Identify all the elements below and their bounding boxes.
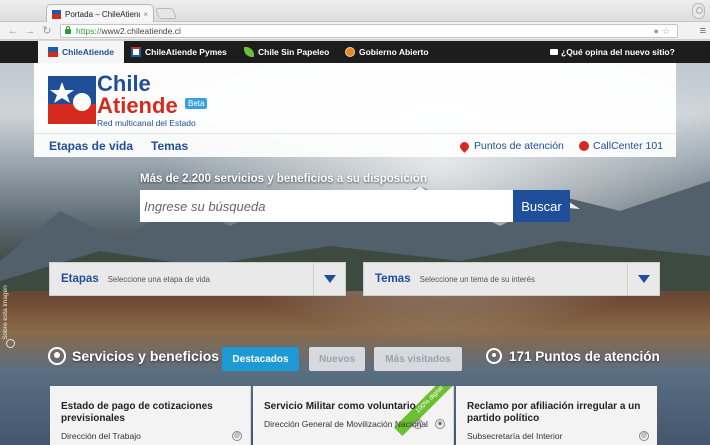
service-card[interactable]: Reclamo por afiliación irregular a un pa… [456,386,657,445]
globe-icon [345,47,355,57]
nav-callcenter[interactable]: CallCenter 101 [579,140,663,152]
new-tab-button[interactable] [154,8,178,19]
nav-puntos-de-atencion[interactable]: Puntos de atención [458,139,564,153]
online-service-icon: @ [413,419,423,429]
location-service-icon: ◉ [435,419,445,429]
beta-badge: Beta [185,98,208,109]
search-input[interactable] [140,190,513,222]
etapas-dropdown-arrow[interactable] [313,262,345,296]
browser-menu-icon[interactable]: ≡ [700,25,706,37]
browser-toolbar: ← → ↻ https://www2.chileatiende.cl ●☆ ≡ [0,22,710,40]
chileatiende-logo-icon[interactable] [48,76,96,124]
service-card-org: Subsecretaría del Interior [467,431,563,441]
service-card-org: Dirección General de Movilización Nacion… [264,419,428,429]
topnav-item-pymes[interactable]: ChileAtiende Pymes [131,41,227,63]
page-content: Sobre esta imagen ChileAtiende ChileAtie… [0,41,710,445]
favicon-icon [52,9,61,19]
temas-select-placeholder: Seleccione un tema de su interés [419,274,535,284]
image-credit-label: Sobre esta imagen [1,285,9,340]
leaf-icon [244,47,254,57]
browser-tab-title: Portada – ChileAtiende [65,9,141,19]
temas-dropdown-arrow[interactable] [627,262,659,296]
topnav-item-chileatiende[interactable]: ChileAtiende [38,41,124,63]
logo-line-atiende: Atiende [97,93,178,118]
etapas-select[interactable]: Etapas Seleccione una etapa de vida [49,262,346,296]
online-service-icon: @ [639,431,649,441]
etapas-select-placeholder: Seleccione una etapa de vida [107,274,211,284]
people-icon [48,347,66,365]
topnav-item-gobierno-abierto[interactable]: Gobierno Abierto [345,41,429,63]
browser-tab-strip: Portada – ChileAtiende × [0,0,710,23]
url-text: https://www2.chileatiende.cl [76,26,181,36]
online-service-icon: @ [232,431,242,441]
browser-tab[interactable]: Portada – ChileAtiende × [46,4,154,23]
nav-etapas-de-vida[interactable]: Etapas de vida [49,139,133,153]
tab-nuevos[interactable]: Nuevos [309,347,365,371]
site-header: Chile Atiende Beta Red multicanal del Es… [34,63,676,133]
tab-close-icon[interactable]: × [143,10,148,19]
forward-icon[interactable]: → [23,25,37,37]
temas-select-label: Temas [375,273,411,285]
service-card[interactable]: Estado de pago de cotizaciones prevision… [50,386,251,445]
image-credit[interactable]: Sobre esta imagen [2,281,16,351]
nav-temas[interactable]: Temas [151,139,188,153]
service-card[interactable]: 100% digital Servicio Militar como volun… [253,386,454,445]
secondary-nav: Etapas de vida Temas Puntos de atención … [34,133,676,157]
bookmark-star-icon[interactable]: ●☆ [653,26,673,37]
etapas-select-label: Etapas [61,273,99,285]
back-icon[interactable]: ← [6,25,20,37]
chileatiende-icon [48,47,58,57]
pymes-icon [131,47,141,57]
search-heading: Más de 2.200 servicios y beneficios a su… [140,173,427,185]
phone-icon [579,141,589,151]
lock-icon [65,25,71,34]
service-card-title: Reclamo por afiliación irregular a un pa… [467,401,641,424]
address-bar[interactable]: https://www2.chileatiende.cl ●☆ [60,24,678,38]
tab-destacados[interactable]: Destacados [222,347,299,371]
feedback-link[interactable]: ¿Qué opina del nuevo sitio? [550,41,675,63]
search-button[interactable]: Buscar [513,190,570,222]
service-card-org: Dirección del Trabajo [61,431,141,441]
topnav-item-sin-papeleo[interactable]: Chile Sin Papeleo [244,41,329,63]
service-card-title: Estado de pago de cotizaciones prevision… [61,401,213,424]
triangle-down-icon [637,275,650,283]
logo-subtitle: Red multicanal del Estado [97,118,196,128]
puntos-de-atencion-count[interactable]: 171 Puntos de atención [486,348,660,364]
location-icon [486,348,502,364]
reload-icon[interactable]: ↻ [40,24,54,37]
gov-top-nav: ChileAtiende ChileAtiende Pymes Chile Si… [0,41,710,63]
services-heading: Servicios y beneficios [48,347,219,365]
info-icon[interactable] [6,339,15,348]
logo-line-chile: Chile [97,71,151,96]
speech-bubble-icon [550,49,558,55]
service-card-title: Servicio Militar como voluntario [264,401,416,412]
triangle-down-icon [323,275,336,283]
profile-icon[interactable] [692,3,705,19]
tab-mas-visitados[interactable]: Más visitados [374,347,462,371]
temas-select[interactable]: Temas Seleccione un tema de su interés [363,262,660,296]
map-pin-icon [458,139,471,153]
